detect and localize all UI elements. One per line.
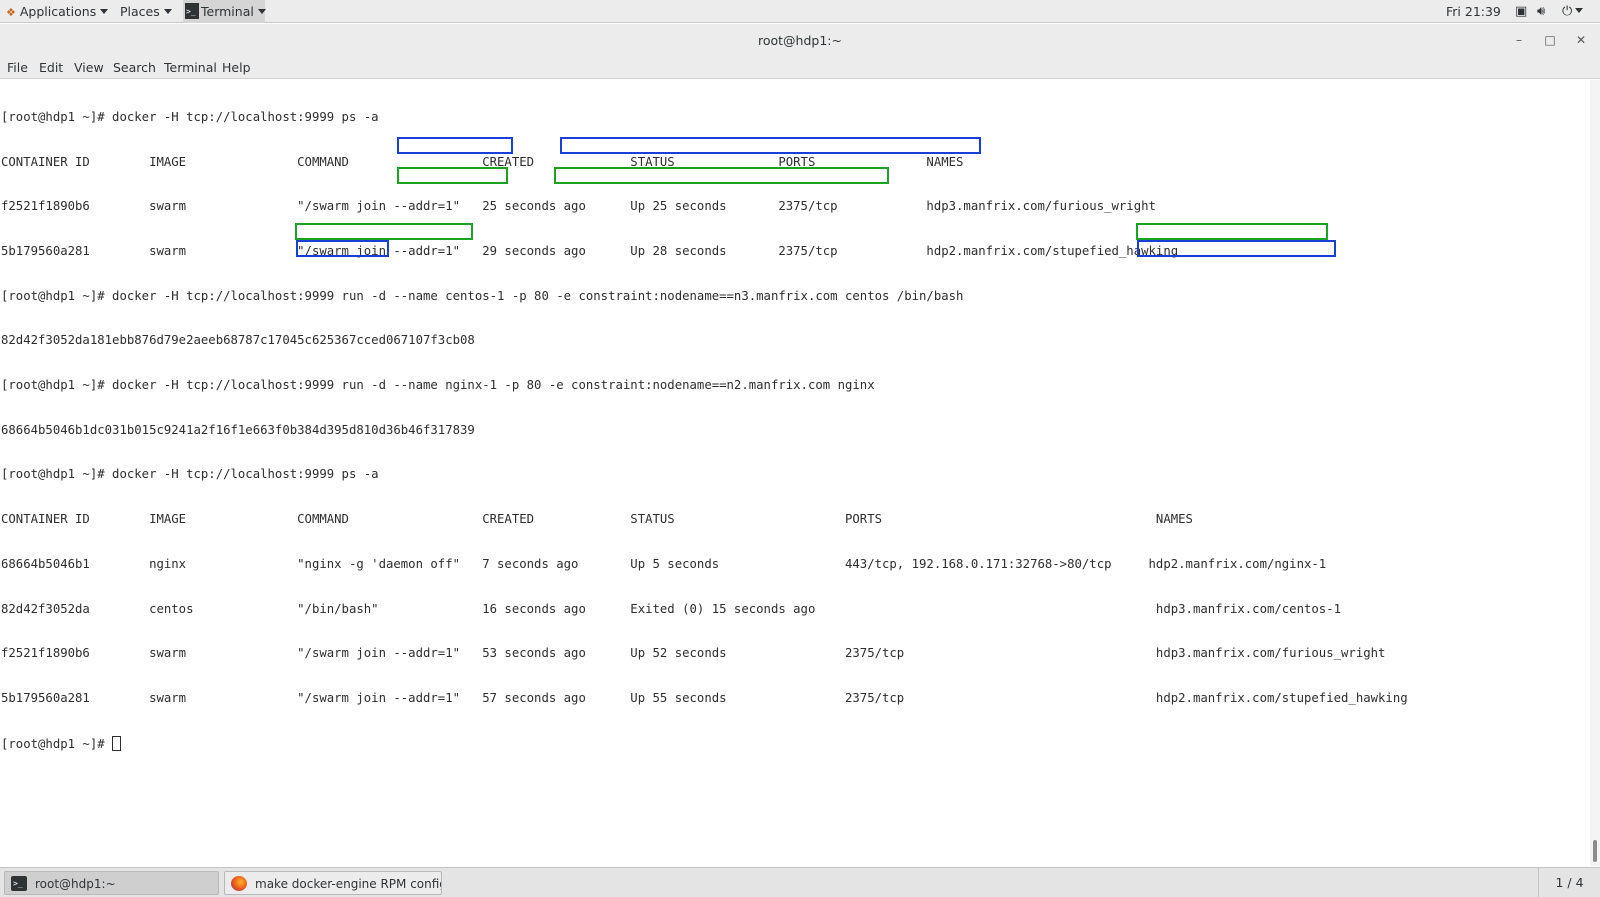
task-browser[interactable]: make docker-engine RPM configur... <box>224 871 442 895</box>
terminal-line: [root@hdp1 ~]# docker -H tcp://localhost… <box>1 109 379 124</box>
menu-file[interactable]: File <box>7 57 28 79</box>
window-titlebar[interactable]: root@hdp1:~ – □ ✕ <box>0 24 1600 57</box>
applications-menu[interactable]: ❖ Applications <box>6 0 109 23</box>
chevron-down-icon <box>163 9 172 14</box>
text-cursor <box>112 735 122 751</box>
terminal-icon <box>185 0 199 23</box>
maximize-button[interactable]: □ <box>1540 24 1560 57</box>
prompt: [root@hdp1 ~]# <box>1 736 113 751</box>
terminal-app-label: Terminal <box>201 4 254 19</box>
close-button[interactable]: ✕ <box>1571 24 1591 57</box>
minimize-button[interactable]: – <box>1509 24 1529 57</box>
terminal-line: 5b179560a281 swarm "/swarm join --addr=1… <box>1 690 1408 705</box>
terminal-output[interactable]: [root@hdp1 ~]# docker -H tcp://localhost… <box>0 80 1590 866</box>
top-panel: ❖ Applications Places Terminal Fri 21:39… <box>0 0 1600 23</box>
task-terminal[interactable]: root@hdp1:~ <box>4 871 219 895</box>
terminal-line: [root@hdp1 ~]# docker -H tcp://localhost… <box>1 467 379 482</box>
menubar: File Edit View Search Terminal Help <box>0 57 1600 79</box>
prompt-line: [root@hdp1 ~]# <box>1 735 1408 751</box>
volume-icon[interactable]: 🔊︎ <box>1537 4 1545 19</box>
terminal-line: f2521f1890b6 swarm "/swarm join --addr=1… <box>1 646 1386 661</box>
terminal-line: 5b179560a281 swarm "/swarm join --addr=1… <box>1 243 1179 258</box>
window-title: root@hdp1:~ <box>758 33 842 48</box>
applications-label: Applications <box>19 4 97 19</box>
task-terminal-label: root@hdp1:~ <box>35 877 116 891</box>
clock[interactable]: Fri 21:39 <box>1446 0 1501 23</box>
power-icon[interactable]: ⏻ <box>1562 4 1584 19</box>
gnome-foot-icon: ❖ <box>6 6 16 19</box>
menu-terminal[interactable]: Terminal <box>164 57 217 79</box>
workspace-switcher[interactable]: 1 / 4 <box>1538 868 1600 897</box>
menu-view[interactable]: View <box>74 57 104 79</box>
terminal-app-menu[interactable]: Terminal <box>183 0 266 23</box>
terminal-icon <box>11 872 27 894</box>
window-icon[interactable]: ▣ <box>1515 4 1527 19</box>
scrollbar[interactable] <box>1590 80 1600 866</box>
terminal-line: [root@hdp1 ~]# docker -H tcp://localhost… <box>1 288 964 303</box>
terminal-line: [root@hdp1 ~]# docker -H tcp://localhost… <box>1 378 875 393</box>
terminal-line: 68664b5046b1dc031b015c9241a2f16f1e663f0b… <box>1 422 475 437</box>
terminal-line: f2521f1890b6 swarm "/swarm join --addr=1… <box>1 199 1156 214</box>
menu-search[interactable]: Search <box>113 57 156 79</box>
chevron-down-icon <box>100 9 109 14</box>
places-menu[interactable]: Places <box>120 0 172 23</box>
places-label: Places <box>120 4 160 19</box>
terminal-line: CONTAINER ID IMAGE COMMAND CREATED STATU… <box>1 154 964 169</box>
task-browser-label: make docker-engine RPM configur... <box>255 877 441 891</box>
terminal-text: [root@hdp1 ~]# docker -H tcp://localhost… <box>1 80 1408 780</box>
taskbar: root@hdp1:~ make docker-engine RPM confi… <box>0 867 1600 897</box>
firefox-icon <box>231 876 247 891</box>
menu-help[interactable]: Help <box>222 57 251 79</box>
chevron-down-icon <box>257 9 266 14</box>
scrollbar-thumb[interactable] <box>1593 840 1597 862</box>
terminal-line: 68664b5046b1 nginx "nginx -g 'daemon off… <box>1 556 1327 571</box>
terminal-line: 82d42f3052da centos "/bin/bash" 16 secon… <box>1 601 1342 616</box>
terminal-line: 82d42f3052da181ebb876d79e2aeeb68787c1704… <box>1 333 475 348</box>
menu-edit[interactable]: Edit <box>39 57 63 79</box>
terminal-line: CONTAINER ID IMAGE COMMAND CREATED STATU… <box>1 512 1193 527</box>
